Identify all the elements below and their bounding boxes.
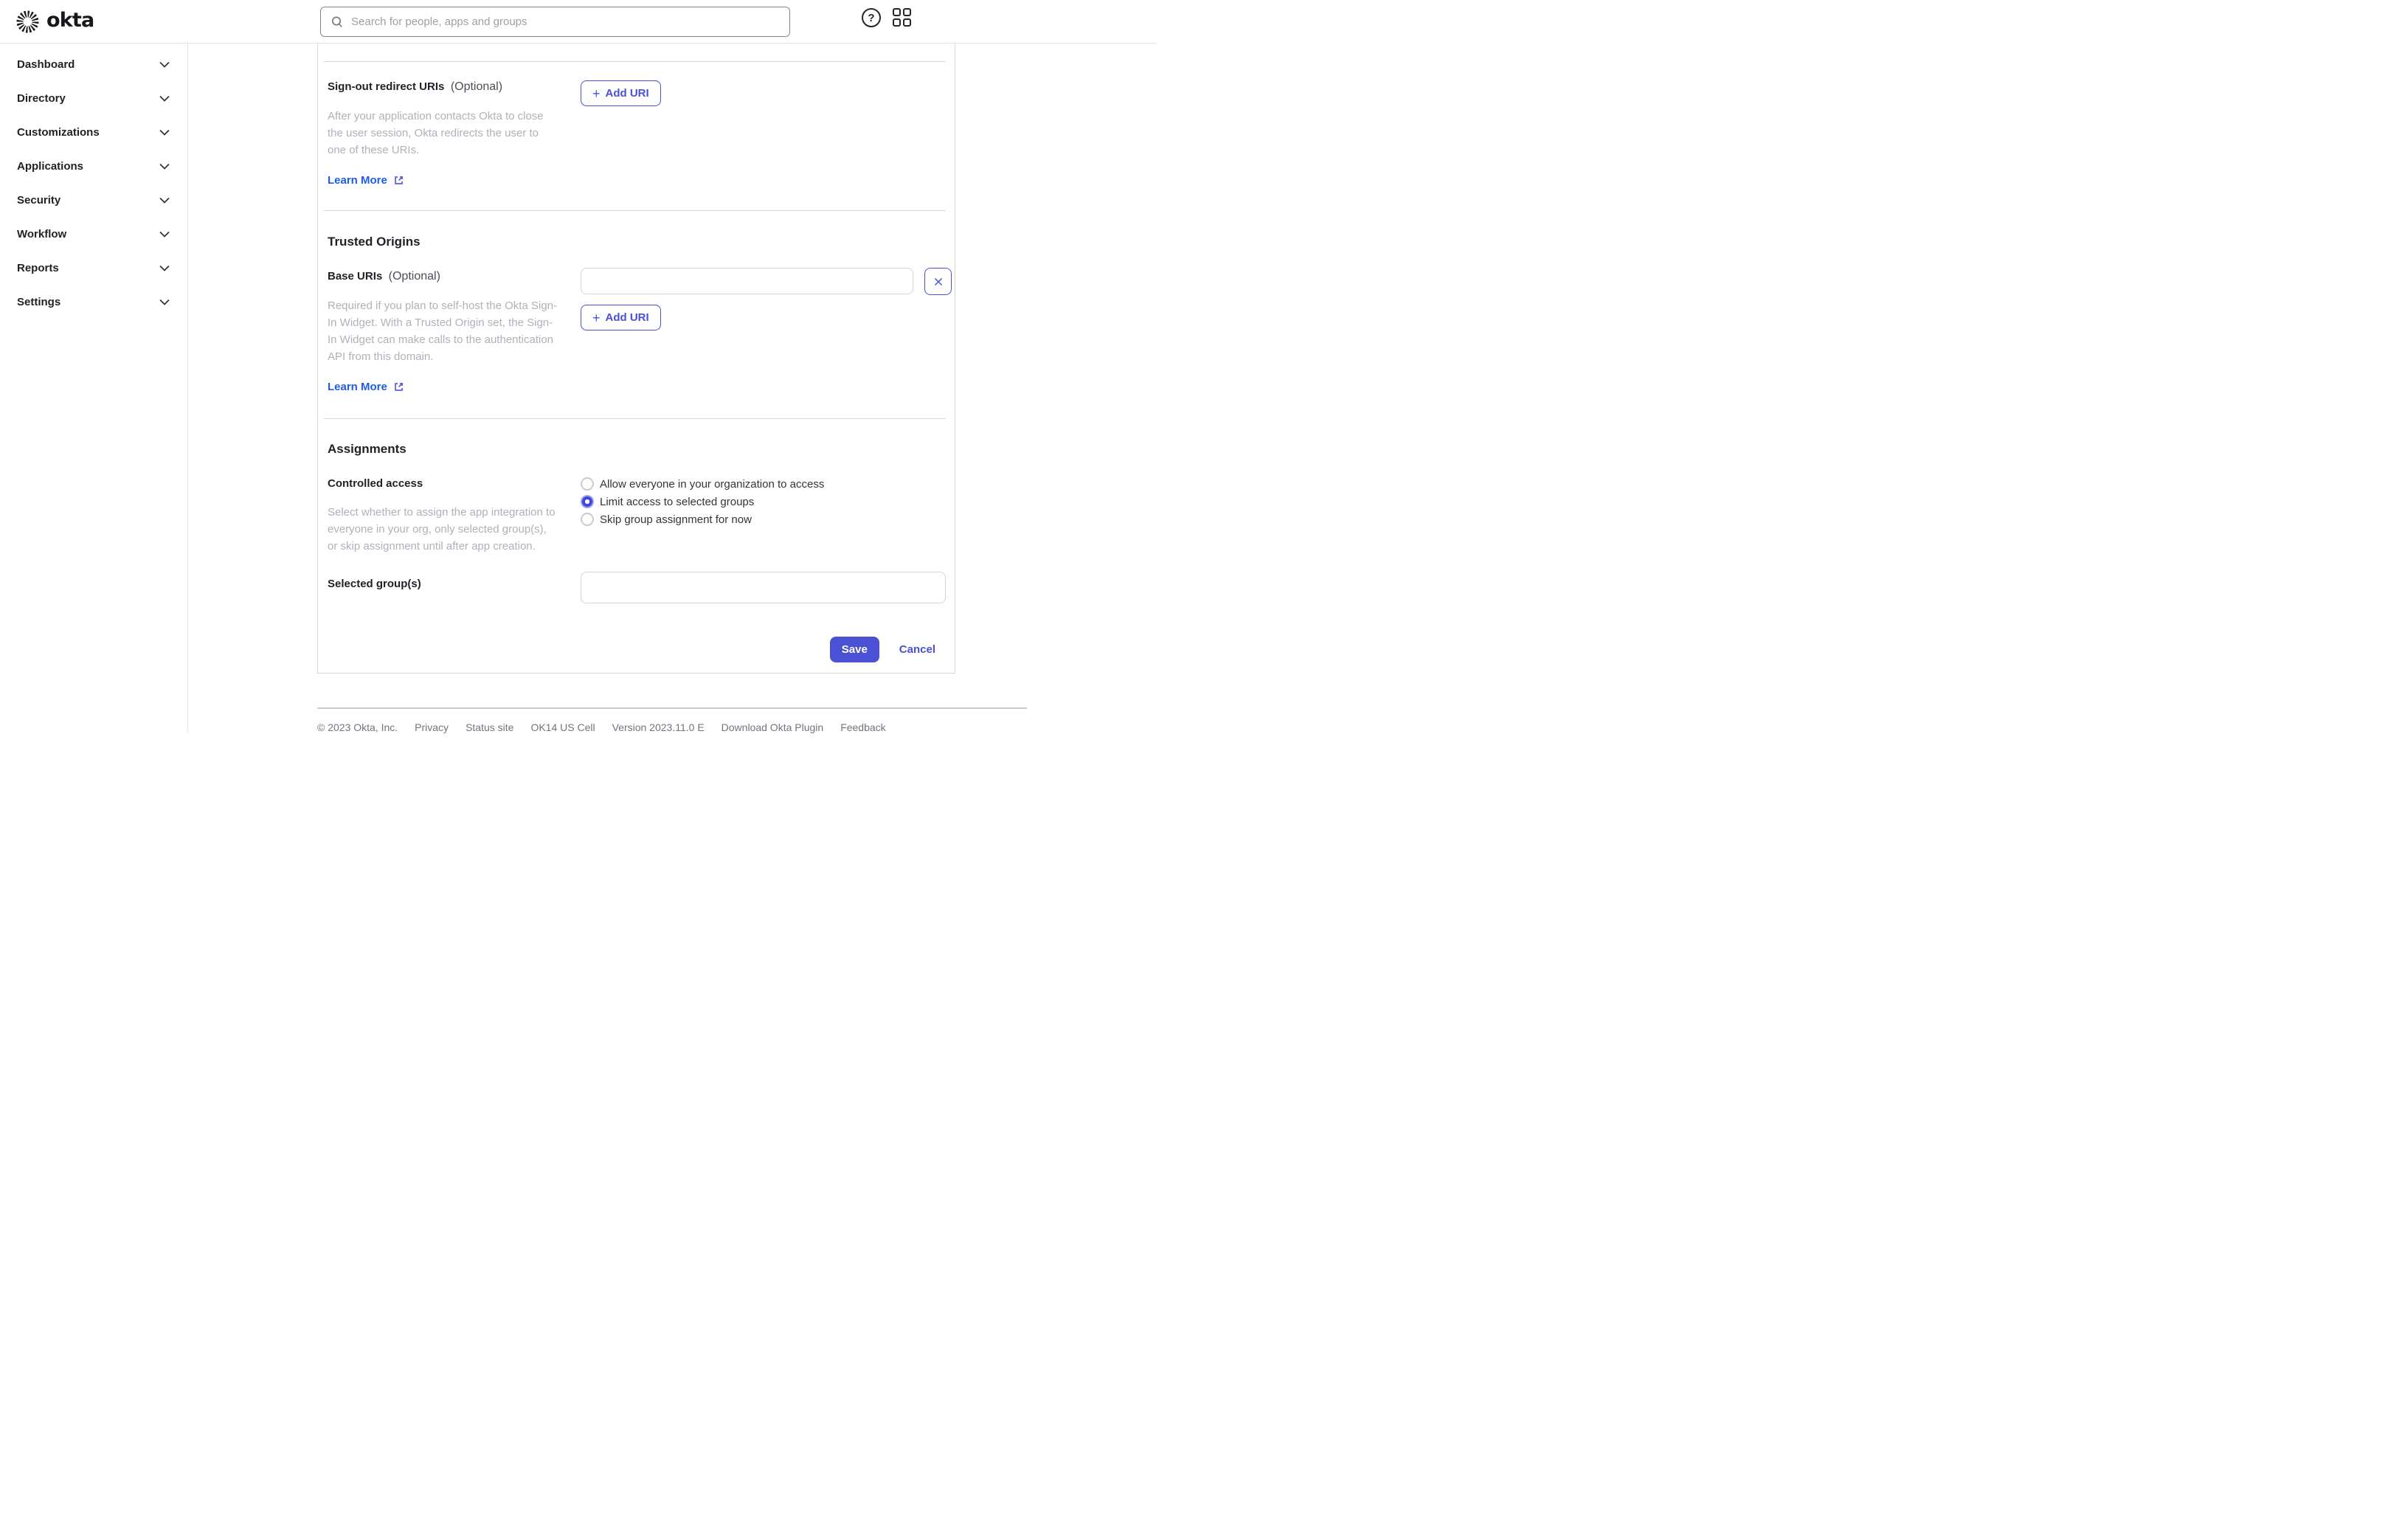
chevron-down-icon [159,265,170,271]
chevron-down-icon [159,95,170,102]
external-link-icon [393,381,404,392]
signout-uris-description: After your application contacts Okta to … [328,110,544,156]
base-uri-input[interactable] [581,268,913,294]
page-footer: © 2023 Okta, Inc. Privacy Status site OK… [317,707,1027,733]
okta-logo[interactable]: okta [15,0,94,43]
download-plugin-link[interactable]: Download Okta Plugin [722,721,824,733]
radio-allow-everyone[interactable]: Allow everyone in your organization to a… [581,477,955,491]
chevron-down-icon [159,61,170,68]
cell-label: OK14 US Cell [530,721,595,733]
search-input[interactable] [351,7,789,36]
sidebar-nav: Dashboard Directory Customizations Appli… [0,44,188,733]
sidebar-item-label: Dashboard [17,58,75,71]
sidebar-item-label: Customizations [17,125,100,139]
sidebar-item-directory[interactable]: Directory [0,81,187,115]
optional-tag: (Optional) [388,270,440,283]
app-settings-card: Sign-out redirect URIs (Optional) After … [317,44,955,674]
radio-skip-assignment[interactable]: Skip group assignment for now [581,513,955,526]
assignments-section: Assignments Controlled access Select whe… [318,419,955,673]
form-actions: Save Cancel [318,637,955,673]
radio-icon [581,477,594,491]
cancel-button[interactable]: Cancel [899,643,935,656]
apps-grid-icon[interactable] [893,8,912,27]
radio-label: Allow everyone in your organization to a… [600,477,825,491]
remove-uri-button[interactable] [924,268,952,295]
save-button[interactable]: Save [829,637,879,662]
global-search[interactable] [320,7,790,37]
status-site-link[interactable]: Status site [466,721,513,733]
sidebar-item-applications[interactable]: Applications [0,149,187,183]
assignments-heading: Assignments [328,442,406,456]
sidebar-item-reports[interactable]: Reports [0,251,187,285]
sidebar-item-label: Security [17,193,61,207]
learn-more-label: Learn More [328,174,387,187]
radio-label: Skip group assignment for now [600,513,752,526]
feedback-link[interactable]: Feedback [840,721,885,733]
signout-uris-label: Sign-out redirect URIs [328,80,445,93]
radio-icon [581,495,594,508]
sidebar-item-label: Reports [17,261,59,274]
plus-icon: + [592,86,601,101]
close-icon [934,277,943,286]
search-icon [331,15,344,29]
sidebar-item-security[interactable]: Security [0,183,187,217]
sidebar-item-customizations[interactable]: Customizations [0,115,187,149]
chevron-down-icon [159,231,170,238]
selected-groups-input[interactable] [581,572,946,603]
signout-redirect-row: Sign-out redirect URIs (Optional) After … [318,62,955,210]
sidebar-item-workflow[interactable]: Workflow [0,217,187,251]
privacy-link[interactable]: Privacy [415,721,449,733]
add-uri-label: Add URI [605,311,649,324]
controlled-access-label: Controlled access [328,477,423,490]
sidebar-item-label: Applications [17,159,84,173]
optional-tag: (Optional) [450,80,503,93]
sidebar-item-label: Directory [17,91,66,105]
radio-icon [581,513,594,526]
trusted-origins-heading: Trusted Origins [328,235,421,249]
signout-learn-more-link[interactable]: Learn More [328,174,404,187]
add-base-uri-button[interactable]: + Add URI [581,305,661,330]
sidebar-item-settings[interactable]: Settings [0,285,187,319]
help-icon[interactable]: ? [862,8,881,27]
trusted-origins-section: Trusted Origins Base URIs (Optional) Req… [318,211,955,418]
plus-icon: + [592,310,601,325]
top-header: okta ? [0,0,1157,44]
okta-sunburst-icon [15,10,40,34]
controlled-access-description: Select whether to assign the app integra… [328,506,556,553]
learn-more-label: Learn More [328,381,387,393]
radio-label: Limit access to selected groups [600,495,755,508]
radio-limit-access[interactable]: Limit access to selected groups [581,495,955,508]
base-uris-description: Required if you plan to self-host the Ok… [328,299,558,363]
chevron-down-icon [159,299,170,305]
controlled-access-radio-group: Allow everyone in your organization to a… [581,477,955,526]
main-content: Sign-out redirect URIs (Optional) After … [188,44,1157,733]
footer-divider [317,707,1027,709]
trusted-origins-learn-more-link[interactable]: Learn More [328,381,404,393]
sidebar-item-label: Settings [17,295,61,308]
version-label: Version 2023.11.0 E [612,721,705,733]
base-uris-label: Base URIs [328,270,383,283]
external-link-icon [393,175,404,186]
sidebar-item-dashboard[interactable]: Dashboard [0,47,187,81]
chevron-down-icon [159,163,170,170]
sidebar-item-label: Workflow [17,227,67,240]
add-uri-label: Add URI [605,87,649,100]
chevron-down-icon [159,129,170,136]
okta-wordmark: okta [46,8,94,32]
add-signout-uri-button[interactable]: + Add URI [581,80,661,106]
copyright-text: © 2023 Okta, Inc. [317,721,398,733]
chevron-down-icon [159,197,170,204]
selected-groups-label: Selected group(s) [328,578,421,590]
